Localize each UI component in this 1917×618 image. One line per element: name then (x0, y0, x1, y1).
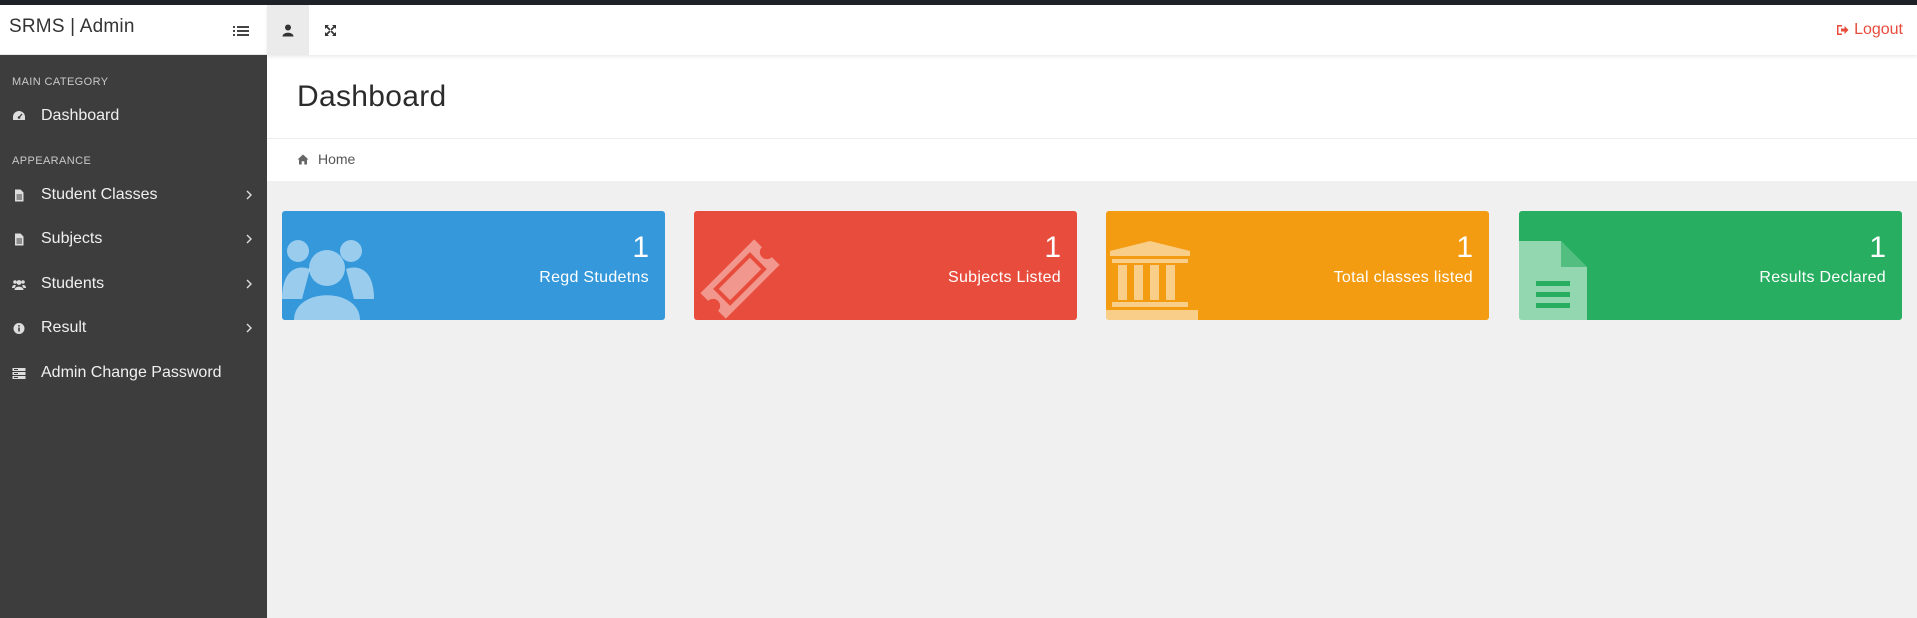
sign-out-icon (1837, 25, 1849, 35)
top-navbar: Logout (267, 5, 1917, 55)
stat-value: 1 (632, 231, 649, 264)
home-icon (297, 154, 309, 165)
sidebar-item-label: Students (41, 275, 105, 292)
user-icon (282, 24, 294, 36)
logout-link[interactable]: Logout (1836, 21, 1903, 39)
ticket-icon (700, 239, 780, 319)
stat-card-results-declared[interactable]: 1 Results Declared (1519, 211, 1902, 320)
server-icon (12, 368, 26, 379)
info-circle-icon (13, 323, 25, 334)
sidebar-item-admin-change-password[interactable]: Admin Change Password (0, 355, 267, 391)
sidebar-item-subjects[interactable]: Subjects (0, 221, 267, 257)
stat-label: Regd Studetns (539, 269, 649, 286)
page-header: Dashboard (267, 55, 1917, 139)
sidebar-category-main: MAIN CATEGORY (12, 76, 109, 88)
file-text-icon (15, 233, 24, 246)
sidebar-item-label: Dashboard (41, 107, 120, 124)
chevron-right-icon (246, 323, 252, 333)
expand-arrows-icon (324, 24, 336, 36)
chevron-right-icon (246, 234, 252, 244)
sidebar-item-dashboard[interactable]: Dashboard (0, 98, 267, 134)
user-menu-button[interactable] (267, 5, 309, 55)
sidebar-item-result[interactable]: Result (0, 310, 267, 346)
sidebar-item-student-classes[interactable]: Student Classes (0, 177, 267, 213)
sidebar-item-students[interactable]: Students (0, 266, 267, 302)
stat-value: 1 (1044, 231, 1061, 264)
sidebar-item-label: Admin Change Password (41, 364, 222, 381)
sidebar-item-label: Result (41, 319, 87, 336)
sidebar-item-label: Student Classes (41, 186, 158, 203)
page-title: Dashboard (297, 80, 447, 113)
sidebar-item-label: Subjects (41, 230, 103, 247)
stat-card-total-classes[interactable]: 1 Total classes listed (1106, 211, 1489, 320)
stat-label: Results Declared (1759, 269, 1886, 286)
users-icon (282, 240, 374, 320)
file-text-icon (15, 189, 24, 202)
chevron-right-icon (246, 279, 252, 289)
stat-value: 1 (1456, 231, 1473, 264)
menu-lines-icon[interactable] (232, 22, 250, 40)
chevron-right-icon (246, 190, 252, 200)
brand-header: SRMS | Admin (0, 5, 267, 55)
sidebar: MAIN CATEGORY Dashboard APPEARANCE Stude… (0, 55, 267, 618)
breadcrumb-home-link[interactable]: Home (318, 151, 355, 167)
app-title: SRMS | Admin (9, 16, 135, 37)
stat-card-regd-students[interactable]: 1 Regd Studetns (282, 211, 665, 320)
breadcrumb: Home (267, 139, 1917, 181)
sidebar-category-appearance: APPEARANCE (12, 155, 92, 167)
stat-card-subjects-listed[interactable]: 1 Subjects Listed (694, 211, 1077, 320)
file-text-icon (1519, 241, 1587, 320)
users-icon (12, 280, 26, 290)
logout-label: Logout (1854, 21, 1903, 38)
fullscreen-button[interactable] (309, 5, 351, 55)
stat-value: 1 (1869, 231, 1886, 264)
stat-label: Subjects Listed (947, 269, 1061, 286)
dashboard-gauge-icon (13, 111, 25, 120)
stat-label: Total classes listed (1333, 269, 1473, 286)
bank-icon (1106, 241, 1198, 320)
